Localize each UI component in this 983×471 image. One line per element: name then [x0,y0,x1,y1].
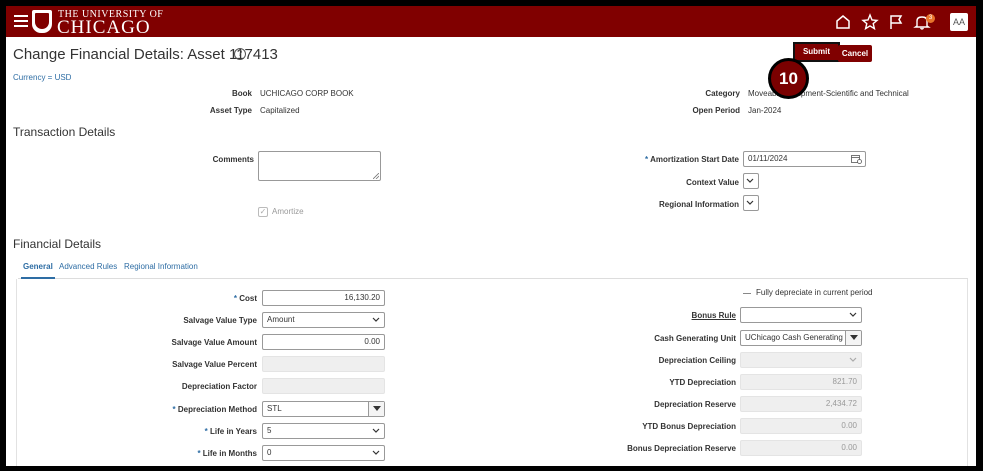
amortization-start-date-value: 01/11/2024 [748,154,788,163]
logo-university-name: CHICAGO [57,17,151,38]
university-shield-logo [32,10,52,33]
depreciation-reserve-label: Depreciation Reserve [654,400,736,409]
depreciation-method-select[interactable]: STL [262,401,385,417]
financial-details-heading: Financial Details [13,237,102,251]
depreciation-factor-label: Depreciation Factor [181,382,257,391]
life-in-months-value: 0 [267,448,272,457]
ytd-bonus-depreciation-label: YTD Bonus Depreciation [642,422,736,431]
notification-count-badge: 3 [926,14,935,23]
ytd-depreciation-label: YTD Depreciation [669,378,736,387]
salvage-value-type-value: Amount [267,315,295,324]
chevron-down-icon [849,357,857,362]
book-value: UCHICAGO CORP BOOK [260,89,354,98]
app-window: THE UNIVERSITY OF CHICAGO 3 AA Change Fi… [6,6,976,466]
salvage-value-percent-input [262,356,385,372]
user-avatar[interactable]: AA [950,13,968,31]
tab-general[interactable]: General [21,262,55,279]
salvage-value-percent-label: Salvage Value Percent [172,360,257,369]
salvage-value-type-select[interactable]: Amount [262,312,385,328]
help-icon[interactable]: ? [234,48,246,60]
open-period-label: Open Period [692,106,740,115]
amortization-start-date-label: * Amortization Start Date [645,155,739,164]
chevron-down-icon [746,178,754,183]
bonus-rule-select[interactable] [740,307,862,323]
cash-generating-unit-dropdown-button[interactable] [845,331,861,345]
caret-down-icon [373,406,381,411]
amortize-label: Amortize [272,207,304,216]
depreciation-factor-input [262,378,385,394]
depreciation-method-value: STL [267,404,282,413]
depreciation-reserve-value: 2,434.72 [740,396,862,412]
chevron-down-icon [372,450,380,455]
chevron-down-icon [746,200,754,205]
amortize-checkbox[interactable]: ✓ [258,207,268,217]
life-in-months-select[interactable]: 0 [262,445,385,461]
favorites-star-icon[interactable] [861,13,879,31]
asset-type-value: Capitalized [260,106,300,115]
flag-icon[interactable] [887,13,905,31]
caret-down-icon [850,335,858,340]
life-in-months-label: * Life in Months [197,449,257,458]
cash-generating-unit-label: Cash Generating Unit [654,334,736,343]
chevron-down-icon [372,317,380,322]
top-bar: THE UNIVERSITY OF CHICAGO 3 AA [6,6,976,38]
currency-label: Currency = USD [13,73,72,82]
depreciation-ceiling-select [740,352,862,368]
tab-advanced-rules[interactable]: Advanced Rules [59,262,117,279]
open-period-value: Jan-2024 [748,106,782,115]
salvage-value-amount-label: Salvage Value Amount [171,338,257,347]
life-in-years-value: 5 [267,426,272,435]
regional-information-label: Regional Information [659,200,739,209]
regional-information-dropdown[interactable] [743,195,759,211]
life-in-years-select[interactable]: 5 [262,423,385,439]
home-icon[interactable] [834,13,852,31]
asset-type-label: Asset Type [209,106,252,115]
salvage-value-type-label: Salvage Value Type [183,316,257,325]
chevron-down-icon [372,428,380,433]
context-value-label: Context Value [686,178,739,187]
amortization-start-date-input[interactable]: 01/11/2024 [743,151,866,167]
comments-label: Comments [212,155,254,164]
category-label: Category [705,89,740,98]
step-number-badge: 10 [768,58,809,99]
bonus-depreciation-reserve-value: 0.00 [740,440,862,456]
calendar-icon[interactable] [851,154,862,164]
transaction-details-heading: Transaction Details [13,125,116,139]
context-value-dropdown[interactable] [743,173,759,189]
ytd-depreciation-value: 821.70 [740,374,862,390]
cancel-button[interactable]: Cancel [838,45,872,62]
resize-handle-icon[interactable] [373,173,379,179]
life-in-years-label: * Life in Years [204,427,257,436]
fully-depreciate-label: Fully depreciate in current period [756,288,873,297]
bonus-depreciation-reserve-label: Bonus Depreciation Reserve [627,444,736,453]
ytd-bonus-depreciation-value: 0.00 [740,418,862,434]
bonus-rule-label[interactable]: Bonus Rule [626,311,736,320]
depreciation-method-dropdown-button[interactable] [368,402,384,416]
tab-regional-information[interactable]: Regional Information [124,262,198,279]
depreciation-ceiling-label: Depreciation Ceiling [658,356,736,365]
menu-icon[interactable] [14,15,28,27]
cost-input[interactable]: 16,130.20 [262,290,385,306]
cost-label: * Cost [233,294,257,303]
book-label: Book [232,89,252,98]
depreciation-method-label: * Depreciation Method [172,405,257,414]
cash-generating-unit-select[interactable]: UChicago Cash Generating U [740,330,862,346]
chevron-down-icon [849,312,857,317]
cash-generating-unit-value: UChicago Cash Generating U [745,333,851,342]
submit-button[interactable]: Submit [793,42,840,62]
comments-textarea[interactable] [258,151,381,181]
fully-depreciate-checkbox[interactable] [743,293,751,294]
financial-tabs: General Advanced Rules Regional Informat… [18,262,968,279]
salvage-value-amount-input[interactable]: 0.00 [262,334,385,350]
